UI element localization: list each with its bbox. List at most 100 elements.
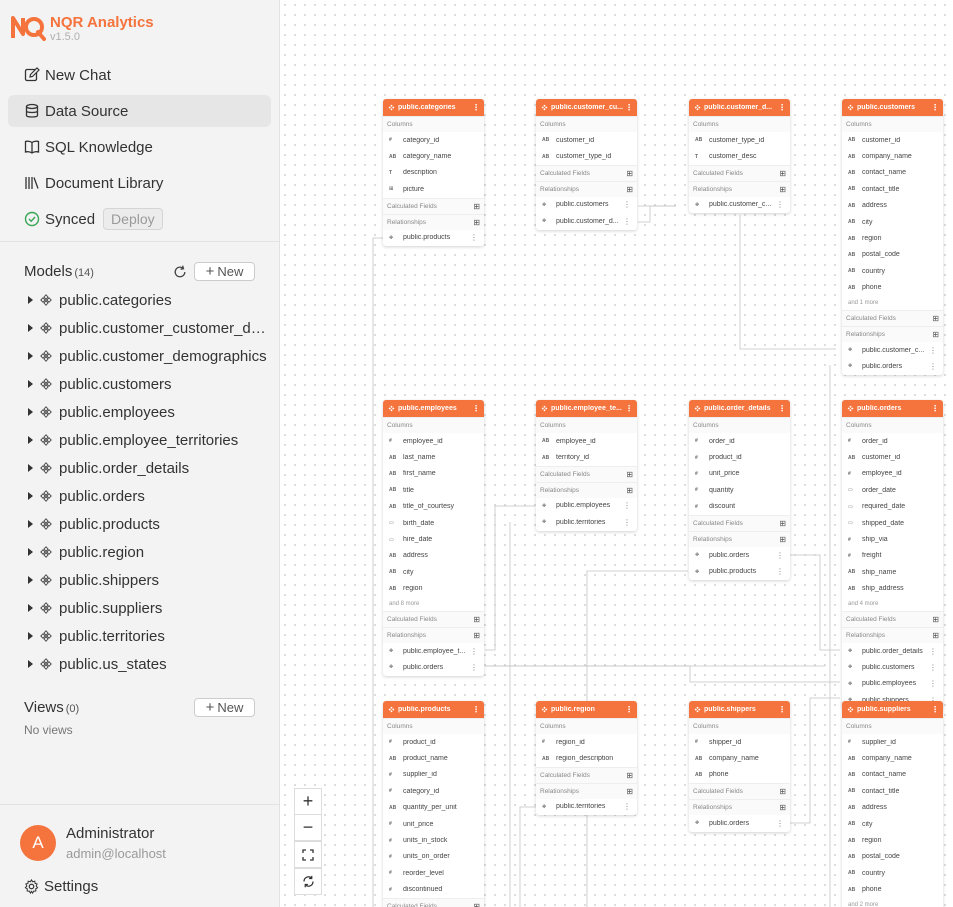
nav-sql-knowledge[interactable]: SQL Knowledge	[8, 131, 271, 163]
add-icon[interactable]: ⊞	[626, 771, 633, 780]
more-icon[interactable]: ⋮	[929, 663, 937, 672]
relationship-row[interactable]: ✥ public.territories ⋮	[536, 514, 637, 530]
relationship-row[interactable]: ✥ public.orders ⋮	[383, 659, 484, 675]
more-icon[interactable]: ⋮	[472, 404, 480, 413]
more-icon[interactable]: ⋮	[929, 647, 937, 656]
relationship-row[interactable]: ✥ public.order_details ⋮	[842, 643, 943, 659]
card-header[interactable]: public.employee_te... ⋮	[536, 400, 637, 417]
model-card[interactable]: public.customers ⋮ Columns AB customer_id AB c…	[842, 99, 943, 375]
nav-data-source[interactable]: Data Source	[8, 95, 271, 127]
caret-right-icon[interactable]	[28, 604, 33, 612]
add-icon[interactable]: ⊞	[779, 185, 786, 194]
add-icon[interactable]: ⊞	[932, 330, 939, 339]
caret-right-icon[interactable]	[28, 548, 33, 556]
relationship-row[interactable]: ✥ public.employee_t... ⋮	[383, 643, 484, 659]
card-header[interactable]: public.customer_d... ⋮	[689, 99, 790, 116]
caret-right-icon[interactable]	[28, 660, 33, 668]
relationship-row[interactable]: ✥ public.orders ⋮	[689, 547, 790, 563]
more-icon[interactable]: ⋮	[623, 200, 631, 209]
card-header[interactable]: public.region ⋮	[536, 701, 637, 718]
more-icon[interactable]: ⋮	[776, 567, 784, 576]
caret-right-icon[interactable]	[28, 380, 33, 388]
relationship-row[interactable]: ✥ public.customers ⋮	[536, 197, 637, 213]
refresh-icon[interactable]	[173, 265, 187, 279]
caret-right-icon[interactable]	[28, 464, 33, 472]
more-icon[interactable]: ⋮	[931, 404, 939, 413]
more-icon[interactable]: ⋮	[625, 705, 633, 714]
model-item[interactable]: public.region	[28, 541, 268, 563]
more-icon[interactable]: ⋮	[625, 404, 633, 413]
model-item[interactable]: public.customer_customer_demo	[28, 317, 268, 339]
caret-right-icon[interactable]	[28, 352, 33, 360]
reset-view-button[interactable]	[294, 868, 322, 895]
caret-right-icon[interactable]	[28, 324, 33, 332]
model-item[interactable]: public.products	[28, 513, 268, 535]
more-icon[interactable]: ⋮	[472, 103, 480, 112]
more-icon[interactable]: ⋮	[929, 362, 937, 371]
more-icon[interactable]: ⋮	[623, 518, 631, 527]
more-icon[interactable]: ⋮	[778, 103, 786, 112]
model-card[interactable]: public.employees ⋮ Columns # employee_id AB la…	[383, 400, 484, 676]
caret-right-icon[interactable]	[28, 296, 33, 304]
more-columns[interactable]: and 1 more	[842, 296, 943, 310]
card-header[interactable]: public.customers ⋮	[842, 99, 943, 116]
add-icon[interactable]: ⊞	[779, 535, 786, 544]
caret-right-icon[interactable]	[28, 408, 33, 416]
model-card[interactable]: public.order_details ⋮ Columns # order_id # pr…	[689, 400, 790, 580]
more-icon[interactable]: ⋮	[776, 551, 784, 560]
settings-link[interactable]: Settings	[24, 878, 98, 895]
new-model-button[interactable]: + New	[194, 262, 255, 281]
caret-right-icon[interactable]	[28, 520, 33, 528]
deploy-button[interactable]: Deploy	[103, 208, 163, 230]
card-header[interactable]: public.order_details ⋮	[689, 400, 790, 417]
relationship-row[interactable]: ✥ public.orders ⋮	[689, 815, 790, 831]
add-icon[interactable]: ⊞	[932, 314, 939, 323]
model-item[interactable]: public.shippers	[28, 569, 268, 591]
nav-document-library[interactable]: Document Library	[8, 167, 271, 199]
more-icon[interactable]: ⋮	[931, 103, 939, 112]
zoom-out-button[interactable]: −	[294, 814, 322, 841]
add-icon[interactable]: ⊞	[932, 615, 939, 624]
model-item[interactable]: public.us_states	[28, 653, 268, 675]
card-header[interactable]: public.customer_cu... ⋮	[536, 99, 637, 116]
relationship-row[interactable]: ✥ public.products ⋮	[383, 230, 484, 246]
caret-right-icon[interactable]	[28, 436, 33, 444]
add-icon[interactable]: ⊞	[779, 803, 786, 812]
relationship-row[interactable]: ✥ public.customer_c... ⋮	[689, 197, 790, 213]
add-icon[interactable]: ⊞	[626, 470, 633, 479]
model-item[interactable]: public.employees	[28, 401, 268, 423]
model-item[interactable]: public.employee_territories	[28, 429, 268, 451]
model-card[interactable]: public.customer_cu... ⋮ Columns AB customer_…	[536, 99, 637, 230]
more-icon[interactable]: ⋮	[776, 819, 784, 828]
add-icon[interactable]: ⊞	[626, 185, 633, 194]
model-card[interactable]: public.shippers ⋮ Columns # shipper_id AB comp…	[689, 701, 790, 832]
card-header[interactable]: public.categories ⋮	[383, 99, 484, 116]
add-icon[interactable]: ⊞	[473, 615, 480, 624]
more-columns[interactable]: and 8 more	[383, 597, 484, 611]
model-item[interactable]: public.customers	[28, 373, 268, 395]
add-icon[interactable]: ⊞	[473, 218, 480, 227]
more-icon[interactable]: ⋮	[470, 647, 478, 656]
more-icon[interactable]: ⋮	[623, 802, 631, 811]
caret-right-icon[interactable]	[28, 576, 33, 584]
more-icon[interactable]: ⋮	[470, 663, 478, 672]
more-icon[interactable]: ⋮	[929, 679, 937, 688]
model-card[interactable]: public.region ⋮ Columns # region_id AB region_…	[536, 701, 637, 816]
model-item[interactable]: public.categories	[28, 289, 268, 311]
model-item[interactable]: public.suppliers	[28, 597, 268, 619]
more-icon[interactable]: ⋮	[623, 217, 631, 226]
card-header[interactable]: public.products ⋮	[383, 701, 484, 718]
more-icon[interactable]: ⋮	[625, 103, 633, 112]
diagram-canvas[interactable]: public.categories ⋮ Columns # category_id AB c…	[280, 0, 953, 907]
nav-new-chat[interactable]: New Chat	[8, 59, 271, 91]
card-header[interactable]: public.orders ⋮	[842, 400, 943, 417]
caret-right-icon[interactable]	[28, 492, 33, 500]
card-header[interactable]: public.suppliers ⋮	[842, 701, 943, 718]
model-card[interactable]: public.employee_te... ⋮ Columns AB employee_…	[536, 400, 637, 531]
model-item[interactable]: public.order_details	[28, 457, 268, 479]
relationship-row[interactable]: ✥ public.products ⋮	[689, 563, 790, 579]
more-columns[interactable]: and 2 more	[842, 898, 943, 907]
relationship-row[interactable]: ✥ public.customer_c... ⋮	[842, 342, 943, 358]
add-icon[interactable]: ⊞	[779, 169, 786, 178]
add-icon[interactable]: ⊞	[626, 486, 633, 495]
